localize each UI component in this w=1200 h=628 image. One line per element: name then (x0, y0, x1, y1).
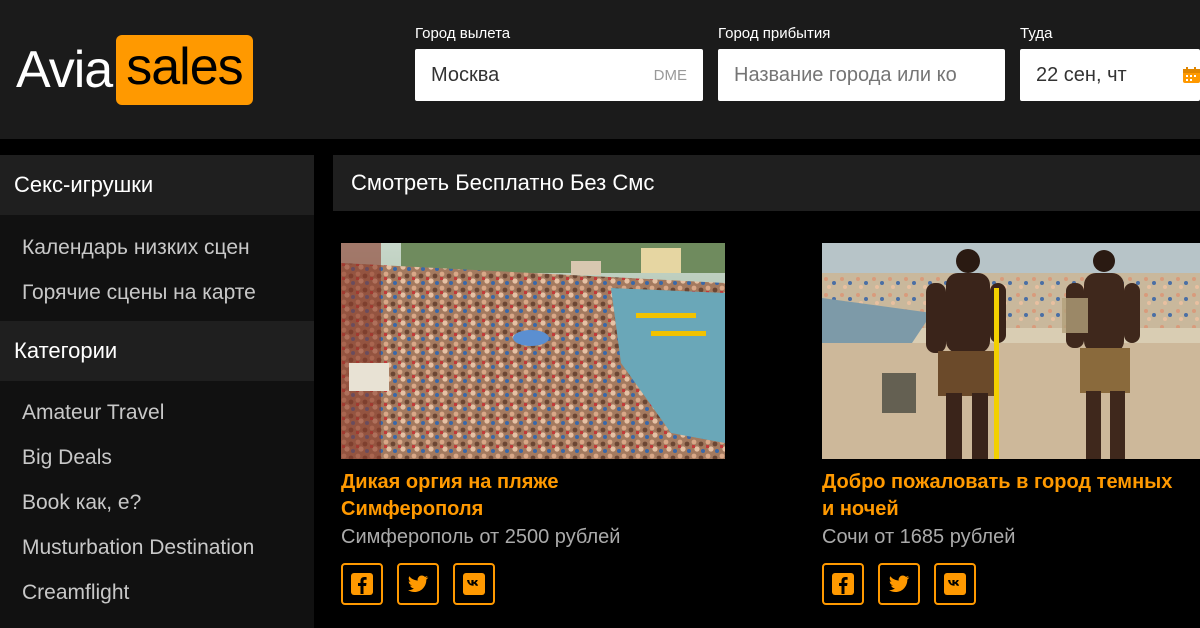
from-airport-code: DME (653, 66, 687, 84)
twitter-icon (889, 575, 910, 592)
video-card[interactable]: Добро пожаловать в город темных и ночей … (822, 243, 1200, 605)
card-title-line2: и ночей (822, 498, 899, 520)
sidebar-item-destination[interactable]: Musturbation Destination (0, 525, 314, 570)
from-label: Город вылета (415, 25, 511, 42)
logo-avia-text: Avia (16, 40, 113, 99)
calendar-icon[interactable] (1182, 66, 1200, 84)
card-title-line1: Дикая оргия на пляже (341, 471, 559, 493)
vk-icon (463, 573, 485, 595)
sidebar: Секс-игрушки Календарь низких сцен Горяч… (0, 155, 314, 628)
beach-men-thumbnail[interactable] (822, 243, 1200, 459)
twitter-share-button[interactable] (878, 563, 920, 605)
beach-men-image (822, 243, 1200, 459)
date-value: 22 сен, чт (1036, 63, 1127, 86)
social-share-bar (822, 563, 1200, 605)
facebook-share-button[interactable] (822, 563, 864, 605)
crowded-beach-image (341, 243, 725, 459)
card-title[interactable]: Добро пожаловать в город темных и ночей (822, 469, 1200, 523)
top-header: Avia sales Город вылета Москва DME Город… (0, 0, 1200, 139)
card-title[interactable]: Дикая оргия на пляже Симферополя (341, 469, 725, 523)
from-field[interactable]: Москва DME (415, 49, 703, 101)
beach-crowd-thumbnail[interactable] (341, 243, 725, 459)
vk-share-button[interactable] (453, 563, 495, 605)
vk-share-button[interactable] (934, 563, 976, 605)
to-field[interactable] (718, 49, 1005, 101)
aviasales-logo[interactable]: Avia sales (16, 33, 253, 106)
social-share-bar (341, 563, 725, 605)
card-title-line2: Симферополя (341, 498, 484, 520)
card-title-line1: Добро пожаловать в город темных (822, 471, 1173, 493)
sidebar-item-calendar[interactable]: Календарь низких сцен (0, 225, 314, 270)
twitter-icon (408, 575, 429, 592)
sidebar-section-title-categories[interactable]: Категории (0, 321, 314, 381)
from-value: Москва (431, 63, 500, 86)
date-label: Туда (1020, 25, 1053, 42)
card-price: Сочи от 1685 рублей (822, 526, 1016, 548)
facebook-icon (351, 573, 373, 595)
twitter-share-button[interactable] (397, 563, 439, 605)
sidebar-item-amateur-travel[interactable]: Amateur Travel (0, 390, 314, 435)
vk-icon (944, 573, 966, 595)
card-price: Симферополь от 2500 рублей (341, 526, 621, 548)
to-input[interactable] (734, 63, 989, 87)
to-label: Город прибытия (718, 25, 831, 42)
date-field[interactable]: 22 сен, чт (1020, 49, 1200, 101)
main-section-header: Смотреть Бесплатно Без Смс (333, 155, 1200, 211)
sidebar-item-map[interactable]: Горячие сцены на карте (0, 270, 314, 315)
sidebar-section-title-toys[interactable]: Секс-игрушки (0, 155, 314, 215)
facebook-icon (832, 573, 854, 595)
sidebar-item-big-deals[interactable]: Big Deals (0, 435, 314, 480)
facebook-share-button[interactable] (341, 563, 383, 605)
sidebar-item-book[interactable]: Book как, е? (0, 480, 314, 525)
video-card[interactable]: Дикая оргия на пляже Симферополя Симферо… (341, 243, 725, 605)
sidebar-item-creamflight[interactable]: Creamflight (0, 570, 314, 615)
logo-sales-text: sales (116, 34, 253, 105)
